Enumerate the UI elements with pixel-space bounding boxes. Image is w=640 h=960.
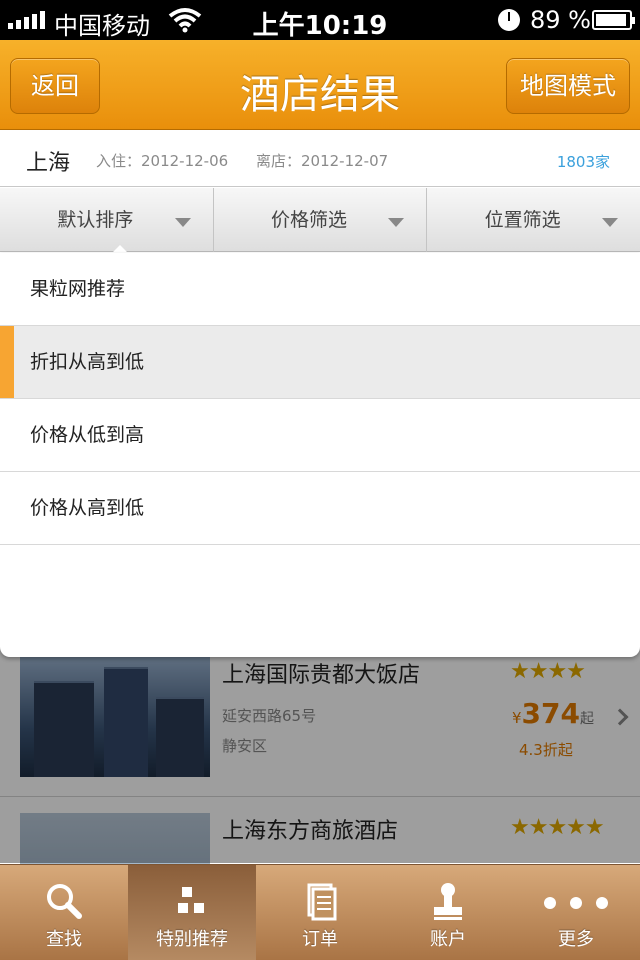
- filter-location-label: 位置筛选: [484, 209, 561, 231]
- tab-account[interactable]: 账户: [384, 865, 512, 960]
- more-icon: [544, 897, 608, 909]
- tab-label: 查找: [46, 929, 82, 950]
- filter-sort[interactable]: 默认排序: [0, 188, 214, 253]
- checkout-date: 离店：2012-12-07: [256, 152, 389, 170]
- grid-icon: [178, 887, 204, 913]
- status-bar: 中国移动 上午10:19 89 %: [0, 0, 640, 41]
- filter-price-label: 价格筛选: [271, 209, 348, 231]
- dropdown-arrow-icon: [174, 218, 191, 227]
- tab-label: 特别推荐: [156, 929, 228, 950]
- filter-bar: 默认排序 价格筛选 位置筛选: [0, 188, 640, 253]
- sort-option-price-asc[interactable]: 价格从低到高: [0, 399, 640, 472]
- tab-orders[interactable]: 订单: [256, 865, 384, 960]
- battery-percent: 89 %: [530, 6, 591, 34]
- document-icon: [307, 883, 337, 921]
- tab-label: 订单: [302, 929, 338, 950]
- dropdown-pointer: [112, 245, 128, 253]
- filter-location[interactable]: 位置筛选: [427, 188, 640, 252]
- map-mode-button[interactable]: 地图模式: [506, 58, 630, 114]
- search-info-bar: 上海 入住：2012-12-06 离店：2012-12-07 1803家: [0, 131, 640, 187]
- tab-more[interactable]: 更多: [512, 865, 640, 960]
- filter-sort-label: 默认排序: [57, 209, 134, 231]
- sort-option-recommended[interactable]: 果粒网推荐: [0, 253, 640, 326]
- search-icon: [47, 884, 82, 919]
- nav-header: 返回 酒店结果 地图模式: [0, 40, 640, 130]
- user-icon: [434, 883, 462, 920]
- tab-label: 更多: [558, 929, 594, 950]
- tab-bar: 查找 特别推荐 订单 账户 更多: [0, 864, 640, 960]
- checkin-date: 入住：2012-12-06: [96, 152, 229, 170]
- dropdown-arrow-icon: [388, 218, 405, 227]
- sort-option-discount-desc[interactable]: 折扣从高到低: [0, 326, 640, 399]
- city-label: 上海: [26, 151, 71, 176]
- clock-icon: [498, 9, 520, 31]
- sort-option-price-desc[interactable]: 价格从高到低: [0, 472, 640, 545]
- battery-icon: [592, 10, 635, 30]
- sort-dropdown: 果粒网推荐 折扣从高到低 价格从低到高 价格从高到低: [0, 253, 640, 657]
- result-count: 1803家: [556, 153, 610, 171]
- filter-price[interactable]: 价格筛选: [214, 188, 428, 252]
- tab-label: 账户: [430, 929, 466, 950]
- tab-recommended[interactable]: 特别推荐: [128, 865, 256, 960]
- tab-search[interactable]: 查找: [0, 865, 128, 960]
- dropdown-arrow-icon: [602, 218, 619, 227]
